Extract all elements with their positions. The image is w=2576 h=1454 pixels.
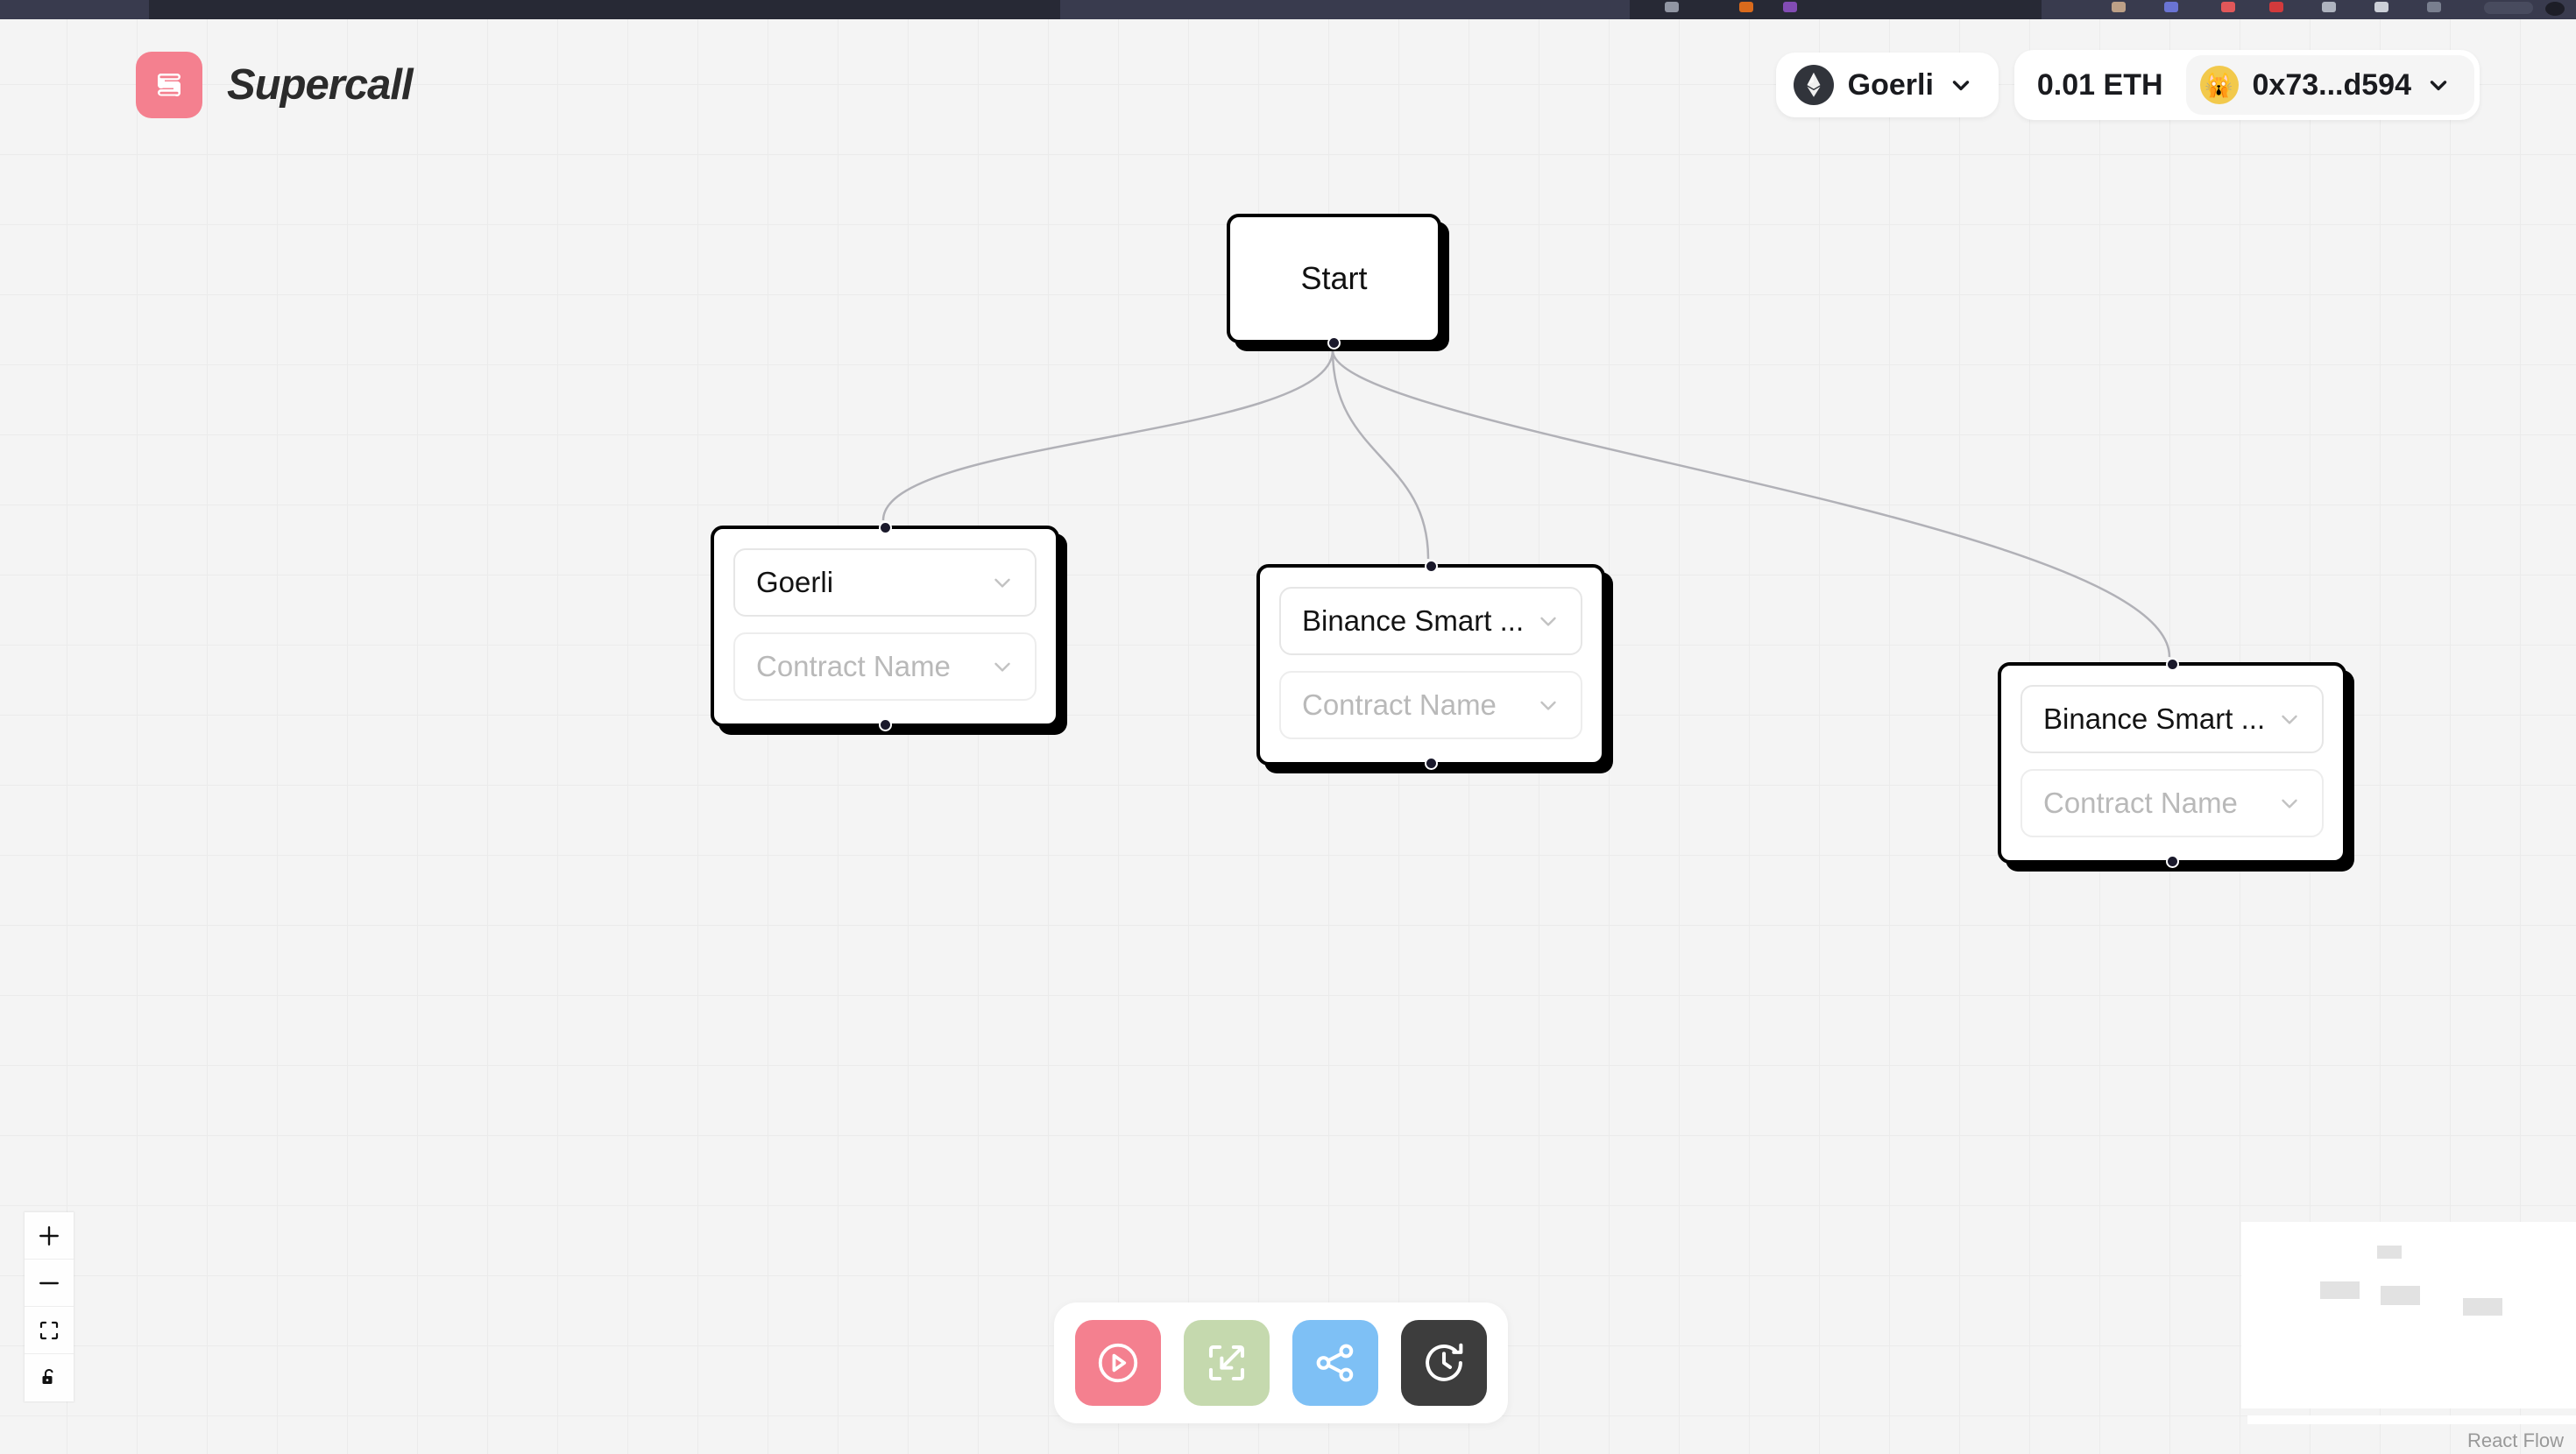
flow-node-start[interactable]: Start xyxy=(1227,214,1441,349)
browser-tab[interactable] xyxy=(149,0,394,19)
node-handle-source[interactable] xyxy=(1327,336,1341,349)
chain-selector-button[interactable]: Goerli xyxy=(1775,53,1999,117)
browser-extension-icon[interactable] xyxy=(1739,2,1753,12)
node-handle-source[interactable] xyxy=(1424,757,1438,770)
minimap-nodes xyxy=(2241,1222,2576,1408)
contract-select-placeholder: Contract Name xyxy=(2043,787,2238,819)
fit-view-icon xyxy=(39,1321,59,1339)
browser-extension-icon[interactable] xyxy=(2164,2,2178,12)
ethereum-icon xyxy=(1793,65,1834,105)
contract-select[interactable]: Contract Name xyxy=(733,632,1037,701)
cat-avatar-icon: 🙀 xyxy=(2199,66,2239,104)
wallet-cluster: Goerli 0.01 ETH 🙀 0x73...d594 xyxy=(1775,50,2480,120)
react-flow-controls[interactable] xyxy=(25,1212,74,1401)
unlock-icon xyxy=(42,1369,53,1384)
zoom-out-button[interactable] xyxy=(25,1260,74,1307)
browser-extension-icon[interactable] xyxy=(2221,2,2235,12)
run-button[interactable] xyxy=(1075,1320,1161,1406)
node-handle-target[interactable] xyxy=(878,521,892,534)
action-toolbar xyxy=(1054,1302,1508,1423)
browser-extension-icon[interactable] xyxy=(2112,2,2126,12)
browser-extension-icon[interactable] xyxy=(2427,2,2441,12)
supercall-logo-icon xyxy=(136,52,202,118)
node-handle-target[interactable] xyxy=(1424,560,1438,573)
import-button[interactable] xyxy=(1184,1320,1270,1406)
brand-name: Supercall xyxy=(227,61,414,109)
chain-select-value: Binance Smart ... xyxy=(2043,702,2266,735)
browser-chrome xyxy=(0,0,2576,19)
flow-node-contract[interactable]: Binance Smart ... Contract Name xyxy=(1998,658,2346,868)
contract-select[interactable]: Contract Name xyxy=(1279,671,1582,739)
minimap-node xyxy=(2381,1286,2420,1305)
chain-select[interactable]: Binance Smart ... xyxy=(1279,587,1582,655)
minimap-node xyxy=(2463,1298,2502,1316)
browser-extension-icon[interactable] xyxy=(1783,2,1797,12)
browser-extension-icon[interactable] xyxy=(2269,2,2283,12)
contract-select-placeholder: Contract Name xyxy=(756,650,951,682)
zoom-in-button[interactable] xyxy=(25,1212,74,1260)
toggle-interactivity-button[interactable] xyxy=(25,1354,74,1401)
chevron-down-icon xyxy=(994,662,1010,672)
minimap-node xyxy=(2377,1246,2402,1259)
browser-extension-icon[interactable] xyxy=(2374,2,2388,12)
history-button[interactable] xyxy=(1401,1320,1487,1406)
node-handle-source[interactable] xyxy=(878,718,892,731)
chain-select[interactable]: Binance Smart ... xyxy=(2020,685,2324,753)
browser-tab[interactable] xyxy=(1630,0,2042,19)
node-handle-source[interactable] xyxy=(2165,855,2179,868)
react-flow-minimap[interactable] xyxy=(2241,1222,2576,1408)
contract-select-placeholder: Contract Name xyxy=(1302,688,1497,721)
contract-select[interactable]: Contract Name xyxy=(2020,769,2324,837)
plus-icon xyxy=(39,1225,59,1246)
wallet-balance: 0.01 ETH xyxy=(2036,67,2163,102)
chevron-down-icon xyxy=(2282,715,2297,724)
share-icon xyxy=(1316,1344,1354,1382)
minus-icon xyxy=(39,1281,59,1284)
clock-rotate-icon xyxy=(1426,1343,1463,1381)
chevron-down-icon xyxy=(2430,81,2447,91)
browser-tab-active[interactable] xyxy=(394,0,1060,19)
chevron-down-icon xyxy=(1952,81,1970,91)
flow-node-contract[interactable]: Binance Smart ... Contract Name xyxy=(1256,560,1605,770)
ethereum-glyph-icon xyxy=(1807,72,1821,97)
minimap-viewport-bar xyxy=(2247,1415,2576,1424)
flow-node-contract[interactable]: Goerli Contract Name xyxy=(711,521,1059,731)
account-button[interactable]: 0.01 ETH 🙀 0x73...d594 xyxy=(2013,50,2480,120)
play-circle-icon xyxy=(1098,1343,1138,1383)
brand[interactable]: Supercall xyxy=(136,52,414,118)
chain-select-value: Binance Smart ... xyxy=(1302,604,1525,637)
chain-select-value: Goerli xyxy=(756,566,834,598)
fit-view-button[interactable] xyxy=(25,1307,74,1354)
browser-extension-icon[interactable] xyxy=(2322,2,2336,12)
node-handle-target[interactable] xyxy=(2165,658,2179,671)
wallet-address: 0x73...d594 xyxy=(2252,67,2411,102)
browser-profile-pill[interactable] xyxy=(2484,2,2533,14)
minimap-node xyxy=(2320,1281,2360,1299)
chevron-down-icon xyxy=(1540,701,1556,710)
browser-extension-icon[interactable] xyxy=(1665,2,1679,12)
chevron-down-icon xyxy=(2282,799,2297,808)
chevron-down-icon xyxy=(994,578,1010,588)
browser-avatar-icon[interactable] xyxy=(2545,2,2565,16)
account-chip[interactable]: 🙀 0x73...d594 xyxy=(2185,55,2474,115)
start-node-label: Start xyxy=(1300,260,1368,296)
chain-select[interactable]: Goerli xyxy=(733,548,1037,617)
chevron-down-icon xyxy=(1540,617,1556,626)
flow-edge[interactable] xyxy=(881,349,1334,521)
share-button[interactable] xyxy=(1292,1320,1378,1406)
chain-label: Goerli xyxy=(1847,67,1934,102)
import-icon xyxy=(1208,1345,1245,1381)
logo-glyph-icon xyxy=(158,74,180,96)
flow-edge[interactable] xyxy=(1331,349,1430,560)
react-flow-attribution[interactable]: React Flow xyxy=(2467,1429,2564,1452)
react-flow-canvas[interactable]: Start Goerli Contract Name Binance Smart… xyxy=(0,19,2576,1454)
